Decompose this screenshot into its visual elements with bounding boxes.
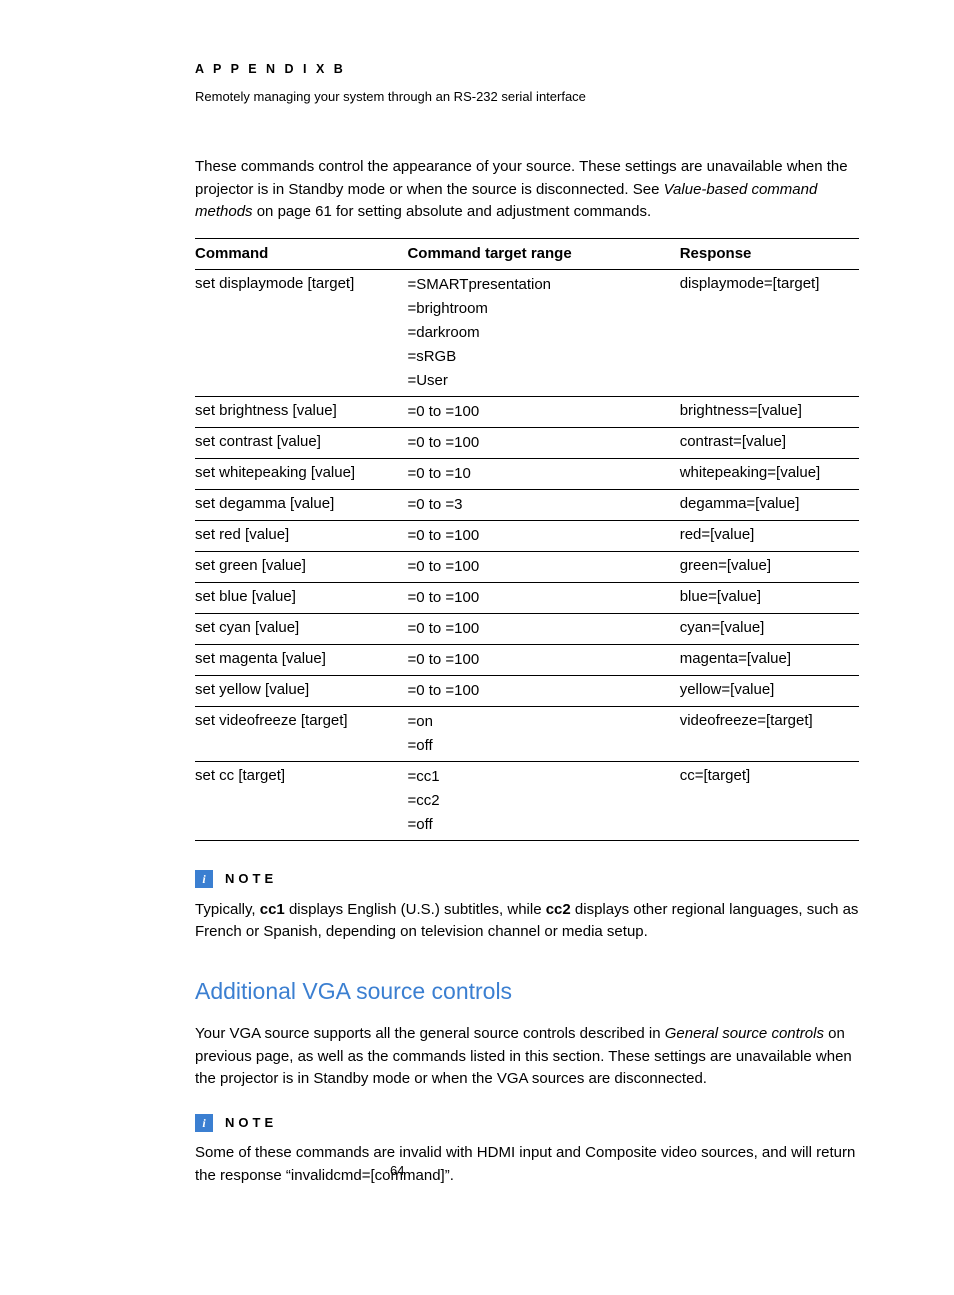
cell-command: set magenta [value] xyxy=(195,645,407,676)
th-response: Response xyxy=(680,238,859,270)
page-number: 64 xyxy=(390,1161,404,1181)
cell-response: degamma=[value] xyxy=(680,490,859,521)
th-range: Command target range xyxy=(407,238,679,270)
intro-paragraph: These commands control the appearance of… xyxy=(195,156,859,224)
cell-command: set green [value] xyxy=(195,552,407,583)
cell-command: set brightness [value] xyxy=(195,397,407,428)
note-block-1: i NOTE Typically, cc1 displays English (… xyxy=(195,869,859,944)
range-value: =cc1 xyxy=(407,765,673,789)
range-value: =off xyxy=(407,734,673,758)
cell-command: set yellow [value] xyxy=(195,676,407,707)
cell-range: =0 to =100 xyxy=(407,583,679,614)
note1-b2: cc2 xyxy=(546,901,571,918)
table-row: set contrast [value]=0 to =100 contrast=[… xyxy=(195,428,859,459)
range-value: =0 to =100 xyxy=(407,586,673,610)
table-row: set blue [value]=0 to =100 blue=[value] xyxy=(195,583,859,614)
section-heading: Additional VGA source controls xyxy=(195,974,859,1009)
commands-table: Command Command target range Response se… xyxy=(195,238,859,842)
range-value: =0 to =3 xyxy=(407,493,673,517)
cell-response: magenta=[value] xyxy=(680,645,859,676)
range-value: =0 to =100 xyxy=(407,679,673,703)
table-row: set videofreeze [target]=on=offvideofree… xyxy=(195,707,859,762)
table-row: set red [value]=0 to =100 red=[value] xyxy=(195,521,859,552)
intro-post: on page 61 for setting absolute and adju… xyxy=(253,203,652,220)
note-label: NOTE xyxy=(225,869,277,889)
note-block-2: i NOTE Some of these commands are invali… xyxy=(195,1113,859,1188)
range-value: =SMARTpresentation xyxy=(407,273,673,297)
cell-range: =0 to =100 xyxy=(407,676,679,707)
cell-response: green=[value] xyxy=(680,552,859,583)
range-value: =0 to =100 xyxy=(407,648,673,672)
table-row: set yellow [value]=0 to =100 yellow=[valu… xyxy=(195,676,859,707)
th-command: Command xyxy=(195,238,407,270)
range-value: =off xyxy=(407,813,673,837)
cell-command: set whitepeaking [value] xyxy=(195,459,407,490)
cell-response: displaymode=[target] xyxy=(680,270,859,397)
cell-command: set red [value] xyxy=(195,521,407,552)
table-row: set cyan [value]=0 to =100 cyan=[value] xyxy=(195,614,859,645)
range-value: =sRGB xyxy=(407,345,673,369)
info-icon: i xyxy=(195,1114,213,1132)
range-value: =cc2 xyxy=(407,789,673,813)
section-link: General source controls xyxy=(665,1025,824,1042)
cell-response: cc=[target] xyxy=(680,762,859,841)
cell-range: =0 to =100 xyxy=(407,428,679,459)
cell-range: =0 to =100 xyxy=(407,614,679,645)
table-row: set cc [target]=cc1=cc2=offcc=[target] xyxy=(195,762,859,841)
table-row: set magenta [value]=0 to =100 magenta=[va… xyxy=(195,645,859,676)
cell-response: brightness=[value] xyxy=(680,397,859,428)
cell-command: set cyan [value] xyxy=(195,614,407,645)
section-pre: Your VGA source supports all the general… xyxy=(195,1025,665,1042)
cell-range: =0 to =100 xyxy=(407,552,679,583)
cell-response: red=[value] xyxy=(680,521,859,552)
range-value: =0 to =100 xyxy=(407,555,673,579)
cell-command: set cc [target] xyxy=(195,762,407,841)
range-value: =0 to =100 xyxy=(407,431,673,455)
cell-response: blue=[value] xyxy=(680,583,859,614)
cell-range: =on=off xyxy=(407,707,679,762)
note1-pre: Typically, xyxy=(195,901,260,918)
cell-range: =cc1=cc2=off xyxy=(407,762,679,841)
table-row: set degamma [value]=0 to =3 degamma=[valu… xyxy=(195,490,859,521)
cell-range: =0 to =100 xyxy=(407,645,679,676)
note-label: NOTE xyxy=(225,1113,277,1133)
cell-response: contrast=[value] xyxy=(680,428,859,459)
table-row: set green [value]=0 to =100 green=[value] xyxy=(195,552,859,583)
appendix-label: A P P E N D I X B xyxy=(195,60,859,79)
range-value: =on xyxy=(407,710,673,734)
cell-range: =0 to =100 xyxy=(407,397,679,428)
note2-body: Some of these commands are invalid with … xyxy=(195,1142,859,1187)
range-value: =darkroom xyxy=(407,321,673,345)
cell-range: =0 to =10 xyxy=(407,459,679,490)
note1-body: Typically, cc1 displays English (U.S.) s… xyxy=(195,899,859,944)
cell-command: set blue [value] xyxy=(195,583,407,614)
cell-response: whitepeaking=[value] xyxy=(680,459,859,490)
cell-range: =SMARTpresentation=brightroom=darkroom=s… xyxy=(407,270,679,397)
cell-command: set contrast [value] xyxy=(195,428,407,459)
header-subtitle: Remotely managing your system through an… xyxy=(195,87,859,107)
table-row: set brightness [value]=0 to =100 brightne… xyxy=(195,397,859,428)
range-value: =User xyxy=(407,369,673,393)
range-value: =0 to =10 xyxy=(407,462,673,486)
cell-response: videofreeze=[target] xyxy=(680,707,859,762)
range-value: =brightroom xyxy=(407,297,673,321)
cell-range: =0 to =3 xyxy=(407,490,679,521)
cell-command: set videofreeze [target] xyxy=(195,707,407,762)
range-value: =0 to =100 xyxy=(407,524,673,548)
table-row: set displaymode [target]=SMARTpresentati… xyxy=(195,270,859,397)
cell-range: =0 to =100 xyxy=(407,521,679,552)
cell-command: set displaymode [target] xyxy=(195,270,407,397)
note1-b1: cc1 xyxy=(260,901,285,918)
cell-command: set degamma [value] xyxy=(195,490,407,521)
section-body: Your VGA source supports all the general… xyxy=(195,1023,859,1091)
range-value: =0 to =100 xyxy=(407,617,673,641)
cell-response: yellow=[value] xyxy=(680,676,859,707)
range-value: =0 to =100 xyxy=(407,400,673,424)
note1-mid1: displays English (U.S.) subtitles, while xyxy=(285,901,546,918)
table-row: set whitepeaking [value]=0 to =10 whitepe… xyxy=(195,459,859,490)
info-icon: i xyxy=(195,870,213,888)
cell-response: cyan=[value] xyxy=(680,614,859,645)
